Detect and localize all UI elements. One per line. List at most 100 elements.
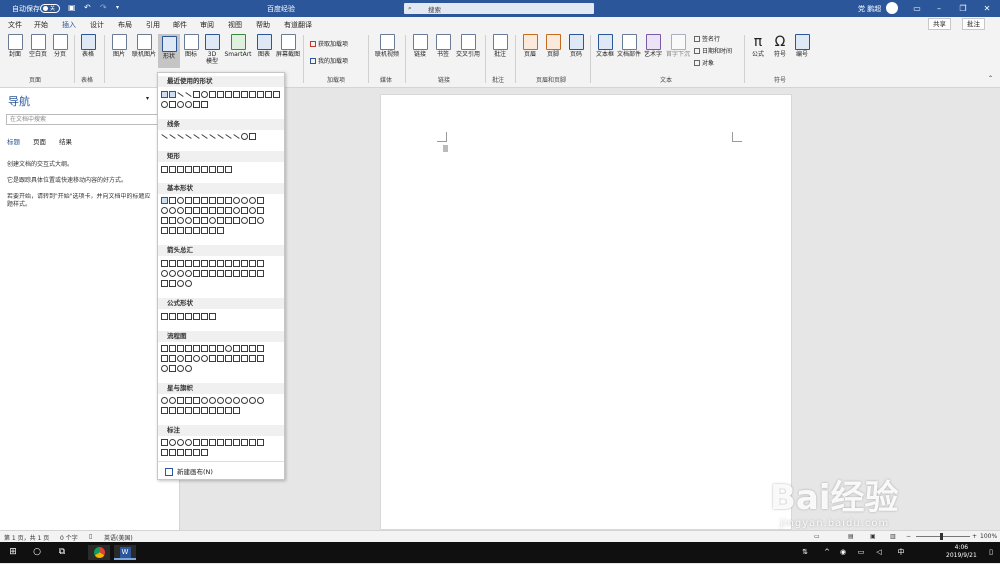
new-canvas-button[interactable]: 新建画布(N) (165, 466, 213, 476)
nav-tab-headings[interactable]: 标题 (7, 136, 20, 146)
tab-view[interactable]: 视图 (228, 20, 242, 30)
page-number-button[interactable]: 页码 (565, 34, 587, 58)
picture-button[interactable]: 图片 (108, 34, 130, 58)
task-view-icon[interactable]: ⧉ (55, 545, 69, 560)
minimize-icon[interactable]: – (932, 3, 946, 14)
page-break-button[interactable]: 分页 (50, 34, 70, 58)
windows-start-icon[interactable]: ⊞ (6, 545, 20, 560)
nav-tab-pages[interactable]: 页面 (33, 136, 46, 146)
search-box[interactable]: ⌕ 搜索 (404, 3, 594, 14)
document-page[interactable] (380, 94, 792, 530)
table-button[interactable]: 表格 (78, 34, 98, 58)
comment-button[interactable]: 批注 (489, 34, 511, 58)
shape-row[interactable] (161, 280, 283, 288)
customize-qat-icon[interactable]: ▾ (116, 4, 119, 11)
online-picture-button[interactable]: 联机图片 (131, 34, 157, 58)
online-video-button[interactable]: 联机视频 (372, 34, 402, 58)
shape-row[interactable] (161, 365, 283, 373)
shape-row[interactable] (161, 91, 283, 99)
shape-row[interactable] (161, 439, 283, 447)
shape-row[interactable] (161, 313, 283, 321)
shape-row[interactable] (161, 260, 283, 268)
notification-icon[interactable]: ^ (822, 545, 832, 560)
shape-row[interactable] (161, 197, 283, 205)
save-icon[interactable]: ▣ (68, 3, 76, 12)
shape-row[interactable] (161, 101, 283, 109)
shape-row[interactable] (161, 270, 283, 278)
shapes-button[interactable]: 形状 (158, 34, 180, 68)
datetime-button[interactable]: 日期和时间 (694, 48, 732, 56)
shape-row[interactable] (161, 345, 283, 353)
bookmark-button[interactable]: 书签 (432, 34, 454, 58)
cover-button[interactable]: 封面 (4, 34, 26, 58)
chart-button[interactable]: 图表 (254, 34, 274, 58)
object-button[interactable]: 对象 (694, 60, 714, 68)
shape-row[interactable] (161, 355, 283, 363)
tab-layout[interactable]: 布局 (118, 20, 132, 30)
quick-parts-button[interactable]: 文档部件 (617, 34, 641, 58)
link-button[interactable]: 链接 (409, 34, 431, 58)
collapse-ribbon-icon[interactable]: ⌃ (988, 75, 993, 83)
page-count[interactable]: 第 1 页，共 1 页 (4, 533, 49, 542)
nav-options-icon[interactable]: ▾ (146, 95, 149, 102)
shape-row[interactable] (161, 166, 283, 174)
cortana-icon[interactable]: ○ (30, 545, 44, 560)
tab-mailings[interactable]: 邮件 (173, 20, 187, 30)
shape-row[interactable] (161, 133, 283, 141)
3d-models-button[interactable]: 3D 模型 (202, 34, 222, 65)
undo-icon[interactable]: ↶ (84, 3, 91, 12)
tab-youdao[interactable]: 有道翻译 (284, 20, 312, 30)
redo-icon[interactable]: ↷ (100, 3, 107, 12)
chrome-icon[interactable] (88, 545, 110, 560)
smartart-button[interactable]: SmartArt (224, 34, 252, 58)
input-method-icon[interactable]: 中 (896, 545, 906, 560)
blank-page-button[interactable]: 空白页 (27, 34, 49, 58)
wechat-icon[interactable]: ◉ (838, 545, 848, 560)
shape-row[interactable] (161, 227, 283, 235)
tab-references[interactable]: 引用 (146, 20, 160, 30)
tab-design[interactable]: 设计 (90, 20, 104, 30)
shape-row[interactable] (161, 207, 283, 215)
equation-button[interactable]: π 公式 (748, 34, 768, 58)
screenshot-button[interactable]: 屏幕截图 (275, 34, 301, 58)
autosave-toggle[interactable]: 关 (40, 4, 60, 13)
textbox-button[interactable]: 文本框 (594, 34, 616, 58)
tray-icon[interactable]: ⇅ (800, 545, 810, 560)
shape-row[interactable] (161, 217, 283, 225)
shape-row[interactable] (161, 407, 283, 415)
shape-row[interactable] (161, 449, 283, 457)
cross-reference-button[interactable]: 交叉引用 (455, 34, 481, 58)
icons-button[interactable]: 图标 (182, 34, 200, 58)
clock[interactable]: 4:06 2019/9/21 (946, 544, 977, 560)
my-addins-button[interactable]: 我的加载项 (310, 58, 348, 66)
nav-tab-results[interactable]: 结果 (59, 136, 72, 146)
shape-row[interactable] (161, 397, 283, 405)
word-icon[interactable]: W (114, 545, 136, 560)
language[interactable]: 英语(美国) (104, 533, 133, 542)
share-button[interactable]: 共享 (928, 18, 951, 30)
number-button[interactable]: 编号 (792, 34, 812, 58)
network-icon[interactable]: ▭ (856, 545, 866, 560)
footer-button[interactable]: 页脚 (542, 34, 564, 58)
header-button[interactable]: 页眉 (519, 34, 541, 58)
tab-home[interactable]: 开始 (34, 20, 48, 30)
restore-icon[interactable]: ❐ (956, 3, 970, 14)
signature-line-button[interactable]: 签名行 (694, 36, 720, 44)
get-addins-button[interactable]: 获取加载项 (310, 41, 348, 49)
wordart-button[interactable]: 艺术字 (642, 34, 664, 58)
tab-review[interactable]: 审阅 (200, 20, 214, 30)
volume-icon[interactable]: ◁ (874, 545, 884, 560)
symbol-button[interactable]: Ω 符号 (770, 34, 790, 58)
avatar[interactable] (886, 2, 898, 14)
dropcap-button[interactable]: 首字下沉 (665, 34, 691, 58)
action-center-icon[interactable]: ▯ (986, 545, 996, 560)
proofing-icon[interactable]: ▯ (89, 533, 92, 540)
word-count[interactable]: 0 个字 (60, 533, 78, 542)
user-name[interactable]: 党 鹏超 (858, 4, 881, 14)
nav-search-input[interactable]: 在文档中搜索 (6, 114, 162, 125)
tab-help[interactable]: 帮助 (256, 20, 270, 30)
close-icon[interactable]: ✕ (980, 3, 994, 14)
ribbon-display-icon[interactable]: ▭ (910, 3, 924, 14)
comments-button[interactable]: 批注 (962, 18, 985, 30)
tab-file[interactable]: 文件 (8, 20, 22, 30)
